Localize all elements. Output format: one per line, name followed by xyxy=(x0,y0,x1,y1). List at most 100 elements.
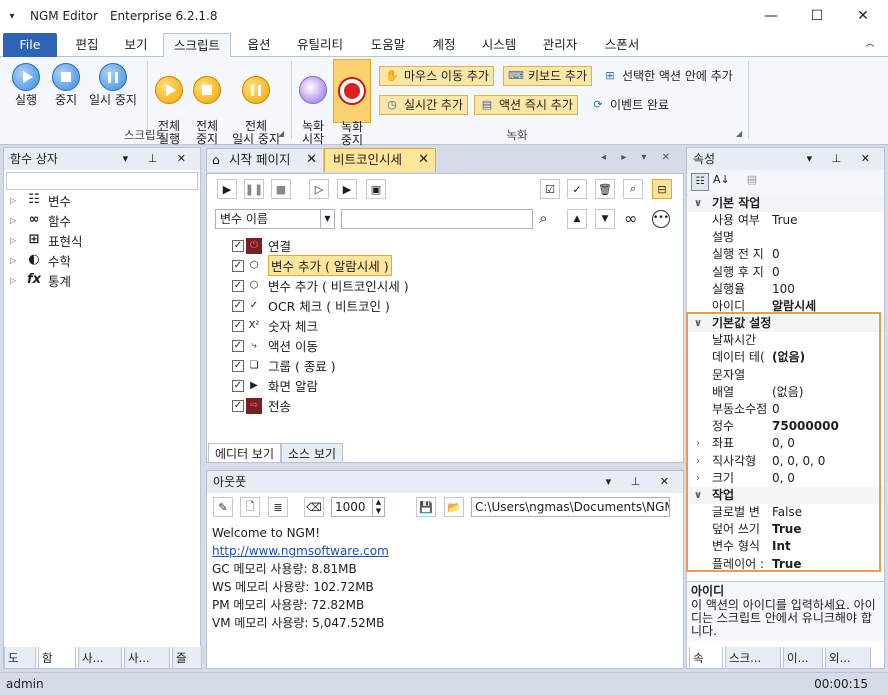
expand-icon[interactable]: ▷ xyxy=(10,196,20,205)
checkbox[interactable]: ✓ xyxy=(232,379,244,392)
output-limit-stepper[interactable]: 1000 ▲ ▼ xyxy=(331,497,385,517)
checkbox[interactable]: ✓ xyxy=(232,279,244,292)
play-icon[interactable]: ▶ xyxy=(217,179,237,199)
event-complete-button[interactable]: ⟳ 이벤트 완료 xyxy=(586,95,673,115)
collapse-ribbon-icon[interactable]: ︿ xyxy=(858,33,882,57)
move-up-icon[interactable]: ▲ xyxy=(567,209,587,229)
expand-icon[interactable]: ▷ xyxy=(10,236,20,245)
close-tab-icon[interactable]: ✕ xyxy=(418,149,429,171)
sort-az-icon[interactable]: A↓ xyxy=(713,173,730,186)
variable-select[interactable]: 변수 이름 ▼ xyxy=(215,209,335,229)
script-line[interactable]: ✓ X² 숫자 체크 xyxy=(232,316,318,335)
property-row[interactable]: 설명 xyxy=(688,229,884,246)
clear-output-icon[interactable]: ✎ xyxy=(213,497,233,517)
tree-item-expression[interactable]: ▷ ⊞ 표현식 xyxy=(10,230,83,250)
step-icon[interactable]: ▷ xyxy=(309,179,329,199)
realtime-add-button[interactable]: ◷ 실시간 추가 xyxy=(379,95,469,115)
stop-icon[interactable]: ■ xyxy=(271,179,291,199)
tab-left-2[interactable]: 함 xyxy=(38,647,76,669)
property-pages-icon[interactable]: ▤ xyxy=(743,173,761,191)
search-icon[interactable]: ⌕ xyxy=(539,209,547,227)
function-search-input[interactable] xyxy=(6,172,198,190)
eraser-icon[interactable]: ⌫ xyxy=(304,497,324,517)
collapse-icon[interactable]: ∨ xyxy=(694,195,702,212)
close-button[interactable]: ✕ xyxy=(840,0,886,32)
tab-file[interactable]: File xyxy=(3,33,57,57)
script-line[interactable]: ✓ ⬡ 변수 추가 ( 알람시세 ) xyxy=(232,255,392,276)
add-keyboard-button[interactable]: ⌨ 키보드 추가 xyxy=(503,66,593,86)
tab-options[interactable]: 옵션 xyxy=(236,33,282,57)
property-row[interactable]: 실행율 100 xyxy=(688,281,884,298)
tab-right-3[interactable]: 이... xyxy=(783,647,823,669)
instant-add-button[interactable]: ▤ 액션 즉시 추가 xyxy=(474,95,578,115)
new-doc-icon[interactable]: 🗋 xyxy=(240,497,260,517)
tab-bitcoin-price[interactable]: 비트코인시세 ✕ xyxy=(324,148,436,172)
checkbox[interactable]: ✓ xyxy=(232,319,244,332)
minimize-button[interactable]: — xyxy=(748,0,794,32)
move-down-icon[interactable]: ▼ xyxy=(595,209,615,229)
tree-item-math[interactable]: ▷ ◐ 수학 xyxy=(10,250,71,270)
more-icon[interactable]: ••• xyxy=(652,210,670,228)
run-button[interactable]: 실행 xyxy=(8,63,44,107)
variable-search-input[interactable] xyxy=(341,209,533,229)
tab-source-view[interactable]: 소스 보기 xyxy=(281,443,343,463)
maximize-button[interactable]: ☐ xyxy=(794,0,840,32)
add-mouse-move-button[interactable]: ✋ 마우스 이동 추가 xyxy=(379,66,494,86)
checkbox[interactable]: ✓ xyxy=(232,239,244,252)
checkbox[interactable]: ✓ xyxy=(232,359,244,372)
checkbox[interactable]: ✓ xyxy=(232,399,244,412)
check-all-icon[interactable]: ☑ xyxy=(540,179,560,199)
property-row[interactable]: 사용 여부 True xyxy=(688,212,884,229)
group-launcher-icon[interactable]: ◢ xyxy=(278,129,284,138)
tab-help[interactable]: 도움말 xyxy=(360,33,416,57)
search-icon[interactable]: ⌕ xyxy=(623,179,643,199)
expand-icon[interactable]: ▷ xyxy=(10,276,20,285)
tab-right-4[interactable]: 외... xyxy=(825,647,871,669)
stop-button[interactable]: 중지 xyxy=(48,63,84,107)
output-path-field[interactable]: C:\Users\ngmas\Documents\NGM6\ xyxy=(471,497,670,517)
panel-controls[interactable]: ▾ ⊥ ✕ xyxy=(123,148,194,170)
tab-account[interactable]: 계정 xyxy=(422,33,466,57)
tab-sponsor[interactable]: 스폰서 xyxy=(594,33,650,57)
tab-utility[interactable]: 유틸리티 xyxy=(288,33,352,57)
panel-controls[interactable]: ▾ ⊥ ✕ xyxy=(807,148,878,170)
output-link[interactable]: http://www.ngmsoftware.com xyxy=(212,542,389,560)
chevron-down-icon[interactable]: ▼ xyxy=(320,210,334,228)
script-line[interactable]: ✓ ⏻ 연결 xyxy=(232,236,291,255)
add-inside-selected-button[interactable]: ⊞ 선택한 액션 안에 추가 xyxy=(598,66,737,86)
tab-editor-view[interactable]: 에디터 보기 xyxy=(208,443,282,463)
folder-icon[interactable]: 📂 xyxy=(444,497,464,517)
save-icon[interactable]: 💾 xyxy=(416,497,436,517)
tree-view-icon[interactable]: ⊟ xyxy=(652,179,672,199)
tab-start-page[interactable]: ⌂ 시작 페이지 ✕ xyxy=(206,148,324,172)
expand-icon[interactable]: ▷ xyxy=(10,216,20,225)
infinity-icon[interactable]: ∞ xyxy=(624,209,637,228)
tab-system[interactable]: 시스템 xyxy=(472,33,526,57)
checkbox[interactable]: ✓ xyxy=(232,339,244,352)
run-selected-icon[interactable]: ▣ xyxy=(366,179,386,199)
stepper-arrows-icon[interactable]: ▲ ▼ xyxy=(372,498,384,516)
script-line[interactable]: ✓ ❏ 그룹 ( 종료 ) xyxy=(232,356,336,375)
script-line[interactable]: ✓ ✓ OCR 체크 ( 비트코인 ) xyxy=(232,296,390,315)
tab-admin[interactable]: 관리자 xyxy=(532,33,588,57)
pause-icon[interactable]: ❚❚ xyxy=(244,179,264,199)
group-launcher-icon[interactable]: ◢ xyxy=(736,129,742,138)
tree-item-statistics[interactable]: ▷ fx 통계 xyxy=(10,270,71,290)
tab-script[interactable]: 스크립트 xyxy=(163,33,231,58)
checkbox[interactable]: ✓ xyxy=(232,299,244,312)
close-tab-icon[interactable]: ✕ xyxy=(306,149,317,171)
script-line[interactable]: ✓ ⤷ 액션 이동 xyxy=(232,336,318,355)
categorized-icon[interactable]: ☷ xyxy=(691,173,709,191)
property-row[interactable]: 실행 전 지 0 xyxy=(688,246,884,263)
tree-item-function[interactable]: ▷ ∞ 함수 xyxy=(10,210,71,230)
script-line[interactable]: ✓ ▶ 화면 알람 xyxy=(232,376,318,395)
delete-icon[interactable]: 🗑 xyxy=(595,179,615,199)
run-from-icon[interactable]: ▶ xyxy=(337,179,357,199)
tab-left-5[interactable]: 즐 xyxy=(172,647,202,669)
tree-item-variable[interactable]: ▷ ☷ 변수 xyxy=(10,190,71,210)
tab-left-4[interactable]: 사... xyxy=(124,647,170,669)
list-icon[interactable]: ≣ xyxy=(268,497,288,517)
tab-left-3[interactable]: 사... xyxy=(78,647,122,669)
script-line[interactable]: ✓ ⇨ 전송 xyxy=(232,396,291,415)
tab-right-1[interactable]: 속 xyxy=(689,647,723,669)
